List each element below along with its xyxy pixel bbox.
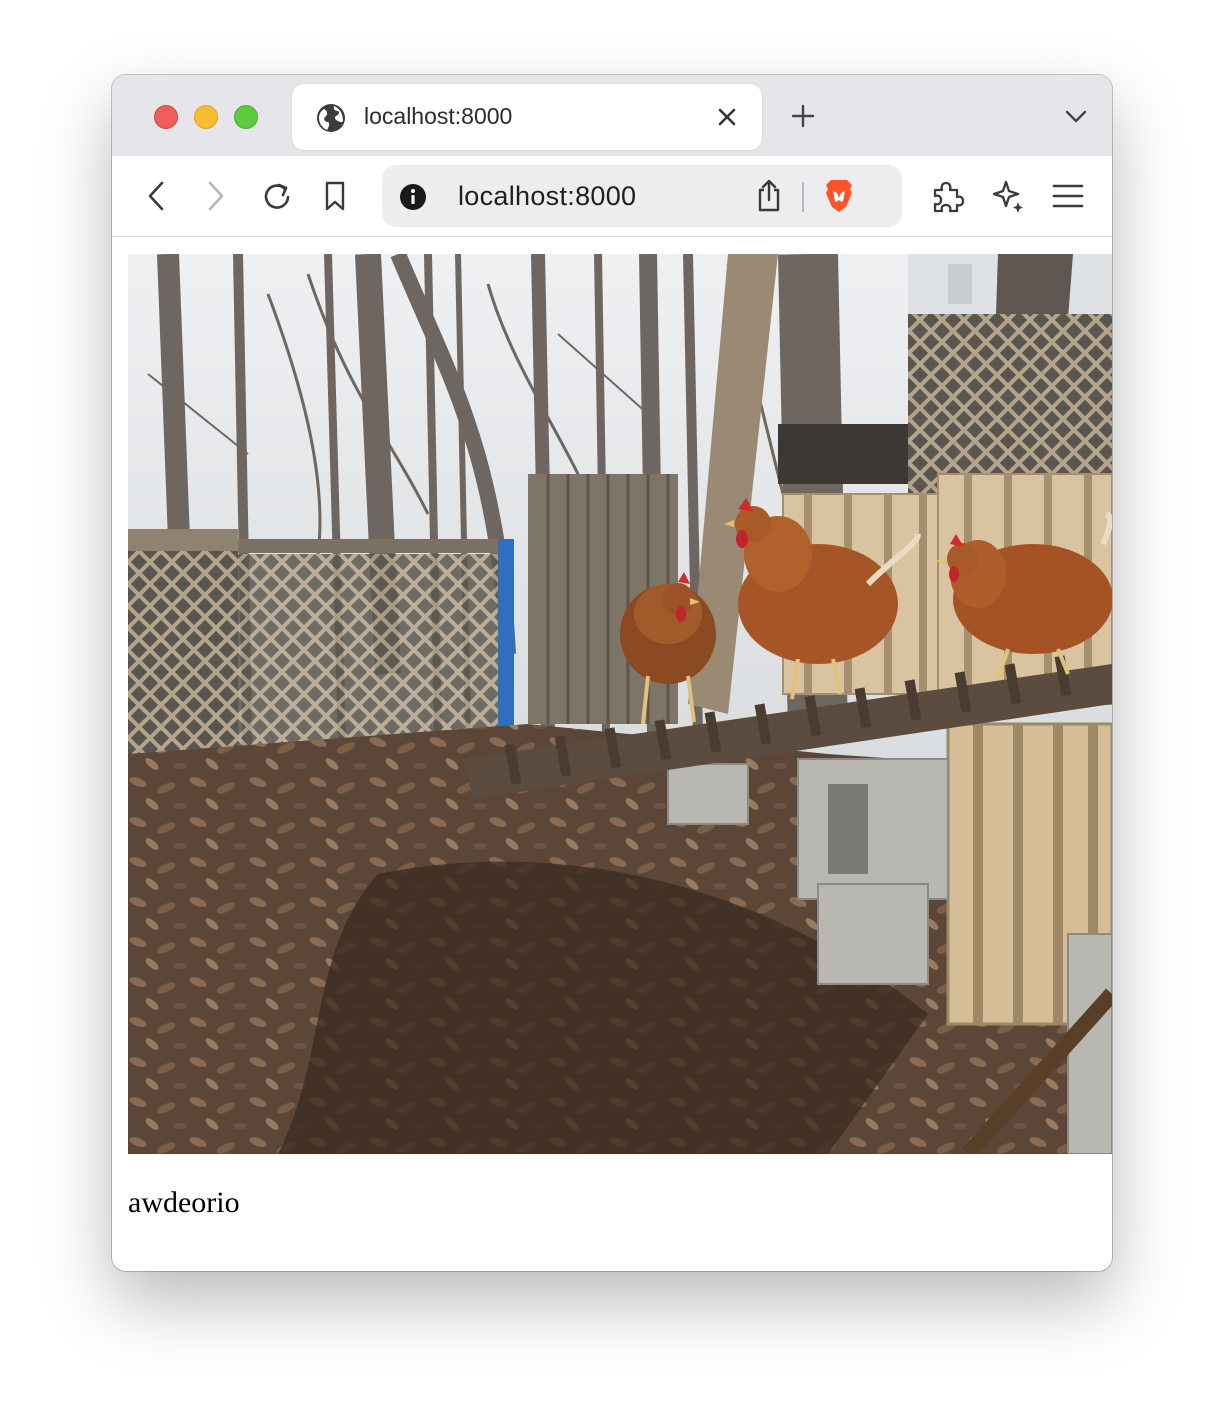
window-close-button[interactable]	[154, 105, 178, 129]
page-content: awdeorio	[112, 237, 1112, 1271]
brave-shields-icon[interactable]	[822, 177, 856, 215]
active-tab[interactable]: localhost:8000	[292, 84, 762, 150]
leo-ai-icon[interactable]	[990, 178, 1026, 214]
info-icon[interactable]	[398, 182, 428, 212]
share-icon[interactable]	[754, 178, 784, 214]
tab-title: localhost:8000	[364, 103, 513, 129]
extensions-icon[interactable]	[930, 178, 966, 214]
chevron-left-icon[interactable]	[144, 179, 168, 213]
window-maximize-button[interactable]	[234, 105, 258, 129]
address-bar-divider	[802, 182, 804, 212]
chevron-down-icon[interactable]	[1064, 106, 1088, 126]
navigation-toolbar: localhost:8000	[112, 156, 1112, 237]
hamburger-menu-icon[interactable]	[1052, 182, 1084, 210]
chevron-right-icon[interactable]	[204, 179, 228, 213]
address-bar[interactable]: localhost:8000	[382, 165, 902, 227]
close-icon[interactable]	[716, 106, 738, 128]
window-minimize-button[interactable]	[194, 105, 218, 129]
reload-icon[interactable]	[260, 180, 294, 214]
url-text[interactable]: localhost:8000	[458, 181, 636, 212]
browser-window: localhost:8000 localhost:8000 awdeorio	[112, 75, 1112, 1271]
username-caption: awdeorio	[128, 1186, 240, 1219]
globe-icon	[317, 104, 345, 132]
new-tab-plus-icon[interactable]	[790, 103, 816, 129]
bookmark-icon[interactable]	[322, 179, 348, 213]
tab-strip: localhost:8000	[112, 75, 1112, 156]
chickens-photo	[128, 254, 1112, 1154]
